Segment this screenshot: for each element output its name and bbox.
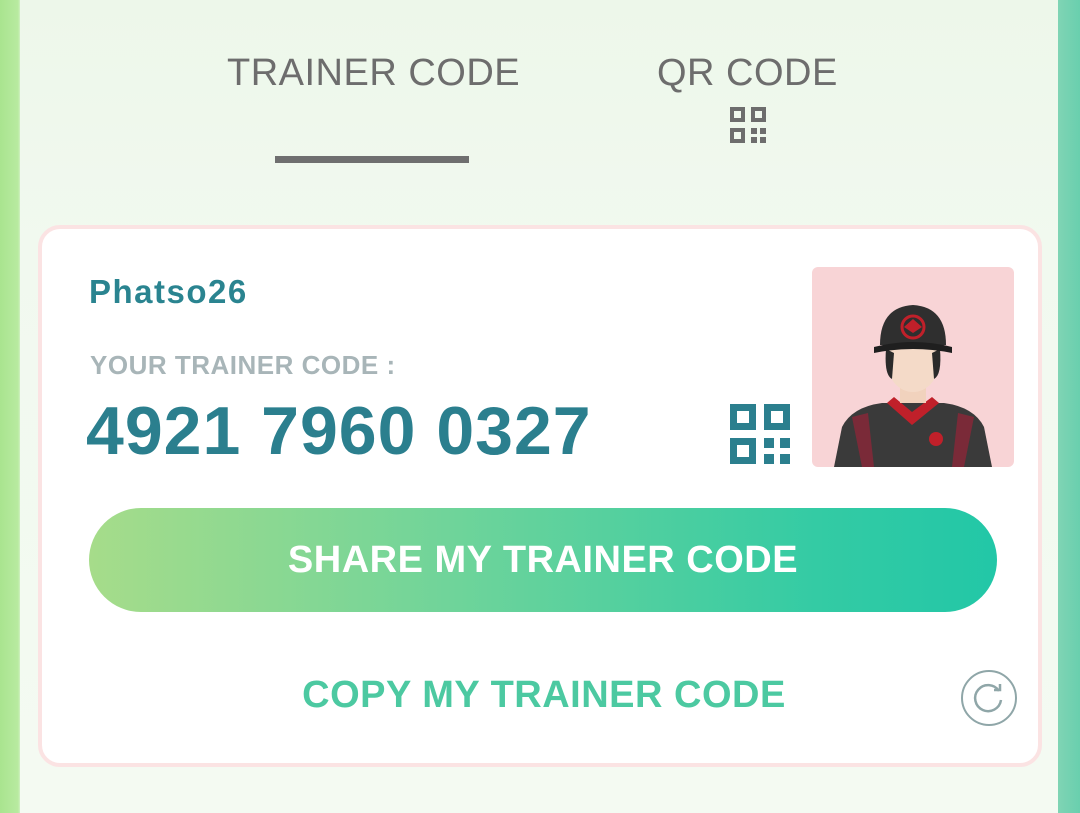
tab-qr-code[interactable]: QR CODE	[657, 52, 838, 95]
qr-code-icon[interactable]	[730, 404, 790, 464]
trainer-code-card: Phatso26 YOUR TRAINER CODE : 4921 7960 0…	[38, 225, 1042, 767]
trainer-avatar	[812, 267, 1014, 467]
share-trainer-code-button[interactable]: SHARE MY TRAINER CODE	[89, 508, 997, 612]
trainer-code-label: YOUR TRAINER CODE :	[90, 350, 396, 380]
tab-trainer-code[interactable]: TRAINER CODE	[227, 52, 520, 95]
trainer-username: Phatso26	[89, 273, 248, 310]
copy-trainer-code-link[interactable]: COPY MY TRAINER CODE	[42, 674, 1046, 717]
active-tab-indicator	[275, 156, 469, 163]
qr-code-icon[interactable]	[730, 107, 766, 143]
refresh-icon[interactable]	[960, 669, 1018, 727]
trainer-code-value: 4921 7960 0327	[86, 393, 592, 469]
